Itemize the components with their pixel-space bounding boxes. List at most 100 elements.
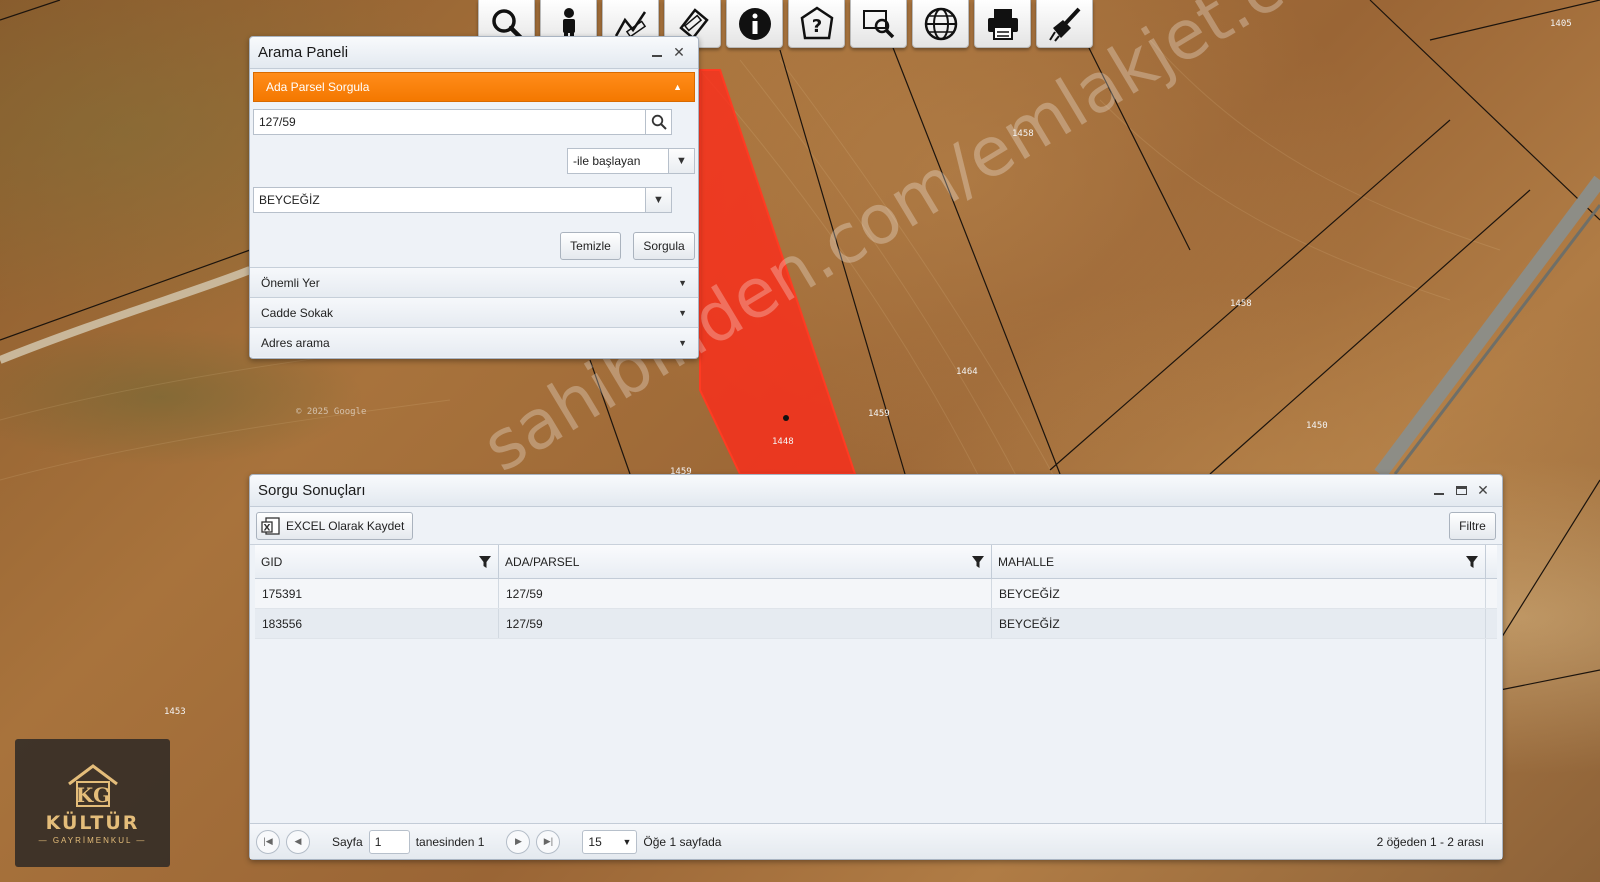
parcel-label: 1458 [1230,299,1252,309]
column-header-mahalle[interactable]: MAHALLE [992,545,1486,578]
first-page-icon: |◀ [263,836,273,846]
tool-help[interactable]: ? [788,0,845,48]
minimize-button[interactable] [1428,481,1450,501]
accordion-label: Adres arama [261,335,330,350]
search-panel-header[interactable]: Arama Paneli ✕ [250,37,698,69]
parcel-marker [783,415,789,421]
neighborhood-dropdown-button[interactable]: ▼ [646,187,672,213]
parcel-label: 1464 [956,367,978,377]
svg-text:X: X [264,523,271,533]
parcel-query-input[interactable]: 127/59 [253,109,646,135]
logo-brand: KÜLTÜR [45,812,140,834]
chevron-down-icon: ▼ [676,155,687,167]
grid-empty-area [255,639,1486,829]
table-row[interactable]: 175391 127/59 BEYCEĞİZ [255,579,1497,609]
filter-button[interactable]: Filtre [1449,511,1496,540]
excel-icon: X [261,516,280,535]
tool-info[interactable] [726,0,783,48]
results-panel-title: Sorgu Sonuçları [258,482,366,499]
search-icon [651,114,667,130]
first-page-button[interactable]: |◀ [256,829,280,854]
cell-gid: 175391 [255,579,499,608]
column-label: GID [261,554,283,569]
pager-summary: 2 öğeden 1 - 2 arası [1376,834,1484,849]
accordion-adres-arama[interactable]: Adres arama ▼ [250,327,698,357]
search-submit-button[interactable] [646,109,672,135]
ada-parsel-form: 127/59 -ile başlayan ▼ BEYCEĞİZ ▼ Temizl… [250,109,698,260]
maximize-button[interactable] [1450,481,1472,501]
export-excel-button[interactable]: X EXCEL Olarak Kaydet [256,511,414,540]
search-panel-title: Arama Paneli [258,44,349,61]
pager: |◀ ◀ Sayfa 1 tanesinden 1 ▶ ▶| 15 ▼ Öğe … [250,823,1502,859]
filter-icon[interactable] [971,555,985,569]
close-icon: ✕ [673,44,685,60]
query-button[interactable]: Sorgula [633,232,695,260]
clear-button[interactable]: Temizle [560,232,621,260]
help-icon: ? [800,5,833,39]
filter-icon[interactable] [478,555,492,569]
accordion-cadde-sokak[interactable]: Cadde Sokak ▼ [250,297,698,327]
house-logo-icon: KG [67,764,118,807]
logo-sub: — GAYRİMENKUL — [38,836,147,845]
page-label: Sayfa [332,834,363,849]
tool-zoom-area[interactable] [850,0,907,48]
maximize-icon [1455,486,1467,495]
tool-print[interactable] [974,0,1031,48]
zoom-area-icon [862,9,894,38]
page-size-value: 15 [588,834,602,849]
last-page-button[interactable]: ▶| [536,829,561,854]
match-mode-dropdown-button[interactable]: ▼ [669,148,695,174]
tool-clear[interactable] [1036,0,1093,48]
page-size-select[interactable]: 15 ▼ [582,829,638,854]
next-page-button[interactable]: ▶ [506,829,531,854]
page-number-input[interactable]: 1 [368,829,410,854]
svg-text:KG: KG [75,783,109,807]
parcel-label: 1450 [1306,421,1328,431]
minimize-icon [652,54,662,57]
parcel-label: 1459 [868,409,890,419]
clear-icon [1048,7,1080,42]
accordion-onemli-yer[interactable]: Önemli Yer ▼ [250,267,698,297]
accordion-label: Önemli Yer [261,275,320,290]
column-header-gid[interactable]: GID [255,545,499,578]
parcel-label: 1458 [1012,129,1034,139]
accordion-ada-parsel-label: Ada Parsel Sorgula [266,80,370,94]
chevron-down-icon: ▼ [653,194,664,206]
results-panel-header[interactable]: Sorgu Sonuçları ✕ [250,475,1502,507]
results-toolbar: X EXCEL Olarak Kaydet Filtre [250,507,1502,545]
close-button[interactable]: ✕ [1472,481,1494,501]
chevron-down-icon: ▼ [678,307,687,318]
column-header-ada-parsel[interactable]: ADA/PARSEL [499,545,992,578]
filter-icon[interactable] [1465,555,1479,569]
close-icon: ✕ [1477,482,1489,498]
map-copyright: © 2025 Google [296,407,366,417]
minimize-button[interactable] [646,43,668,63]
minimize-icon [1434,492,1444,495]
parcel-label: 1453 [164,707,186,717]
cell-ada-parsel: 127/59 [499,609,992,638]
svg-text:?: ? [811,16,821,37]
close-button[interactable]: ✕ [668,43,690,63]
cell-ada-parsel: 127/59 [499,579,992,608]
info-icon [738,7,771,40]
cell-mahalle: BEYCEĞİZ [992,579,1486,608]
column-label: ADA/PARSEL [505,554,580,569]
table-row[interactable]: 183556 127/59 BEYCEĞİZ [255,609,1497,639]
company-logo: KG KÜLTÜR — GAYRİMENKUL — [15,739,170,867]
chevron-up-icon: ▲ [673,82,682,92]
parcel-label: 1405 [1550,19,1572,29]
accordion-label: Cadde Sokak [261,305,334,320]
parcel-label: 1448 [772,437,794,447]
next-page-icon: ▶ [514,836,522,846]
last-page-icon: ▶| [543,836,554,846]
neighborhood-select[interactable]: BEYCEĞİZ [253,187,646,213]
chevron-down-icon: ▼ [622,836,632,847]
page-of-label: tanesinden 1 [415,834,485,849]
prev-page-button[interactable]: ◀ [286,829,310,854]
match-mode-select[interactable]: -ile başlayan [567,148,669,174]
items-per-page-label: Öğe 1 sayfada [643,834,722,849]
chevron-down-icon: ▼ [678,337,687,348]
tool-globe[interactable] [912,0,969,48]
globe-icon [924,7,957,40]
accordion-ada-parsel[interactable]: Ada Parsel Sorgula ▲ [253,72,695,102]
